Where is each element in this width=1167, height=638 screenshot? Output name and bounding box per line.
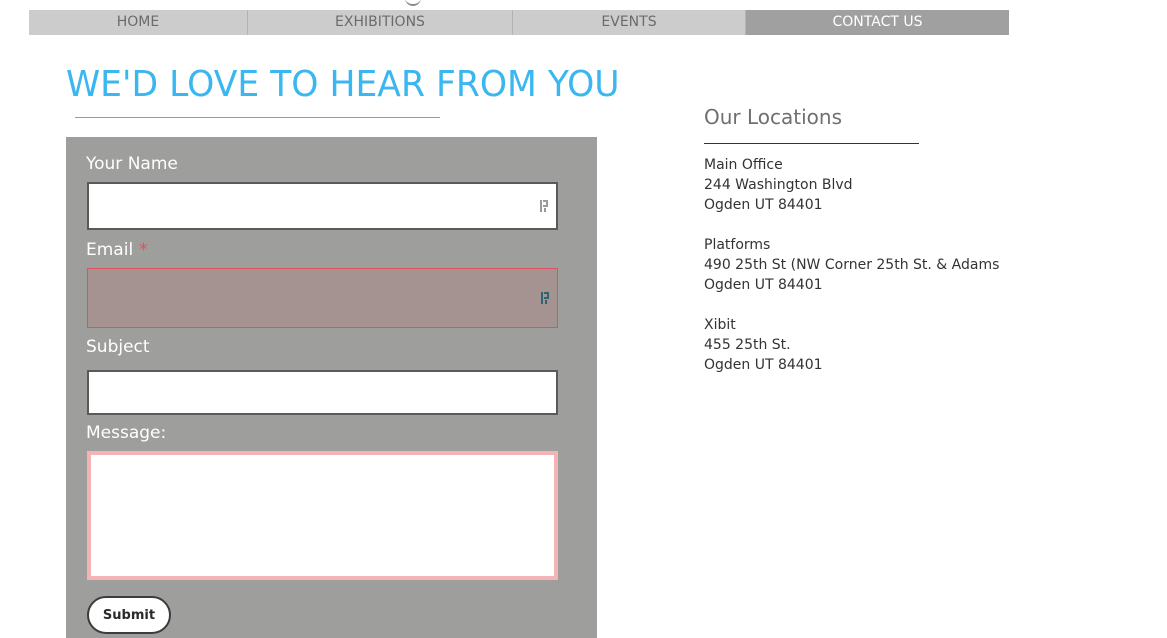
message-field-wrapper xyxy=(87,451,558,580)
name-label: Your Name xyxy=(86,154,178,174)
submit-button[interactable]: Submit xyxy=(87,596,171,634)
location-city: Ogden UT 84401 xyxy=(704,357,823,373)
email-field[interactable] xyxy=(88,269,557,327)
email-field-wrapper xyxy=(87,268,558,328)
location-name: Xibit xyxy=(704,317,736,333)
locations-divider xyxy=(704,143,919,144)
locations-list: Main Office 244 Washington Blvd Ogden UT… xyxy=(704,155,999,395)
password-manager-icon[interactable] xyxy=(540,199,552,213)
main-nav: HOME EXHIBITIONS EVENTS CONTACT US xyxy=(29,10,1009,35)
location-name: Platforms xyxy=(704,237,771,253)
logo-fragment xyxy=(405,0,421,6)
nav-item-contact-us[interactable]: CONTACT US xyxy=(745,10,1009,35)
page: HOME EXHIBITIONS EVENTS CONTACT US WE'D … xyxy=(0,0,1167,638)
location-city: Ogden UT 84401 xyxy=(704,197,823,213)
subject-field-wrapper xyxy=(87,370,558,415)
page-title: WE'D LOVE TO HEAR FROM YOU xyxy=(66,64,620,105)
password-manager-icon[interactable] xyxy=(541,291,553,305)
location-city: Ogden UT 84401 xyxy=(704,277,823,293)
required-mark: * xyxy=(139,240,148,260)
name-field-wrapper xyxy=(87,182,558,230)
subject-label: Subject xyxy=(86,337,150,357)
nav-item-events[interactable]: EVENTS xyxy=(512,10,745,35)
contact-form: Your Name Email * Subject Message: Submi… xyxy=(66,137,597,638)
nav-item-home[interactable]: HOME xyxy=(29,10,247,35)
location-item: Xibit 455 25th St. Ogden UT 84401 xyxy=(704,315,999,375)
location-item: Main Office 244 Washington Blvd Ogden UT… xyxy=(704,155,999,215)
email-label-text: Email xyxy=(86,240,134,260)
location-street: 244 Washington Blvd xyxy=(704,177,853,193)
location-name: Main Office xyxy=(704,157,783,173)
title-divider xyxy=(75,117,440,118)
name-field[interactable] xyxy=(89,184,556,228)
location-street: 455 25th St. xyxy=(704,337,791,353)
location-street: 490 25th St (NW Corner 25th St. & Adams xyxy=(704,257,1000,273)
subject-field[interactable] xyxy=(89,372,556,413)
locations-title: Our Locations xyxy=(704,105,843,129)
message-field[interactable] xyxy=(91,455,554,576)
message-label: Message: xyxy=(86,423,167,443)
nav-item-exhibitions[interactable]: EXHIBITIONS xyxy=(247,10,512,35)
email-label: Email * xyxy=(86,240,148,260)
location-item: Platforms 490 25th St (NW Corner 25th St… xyxy=(704,235,999,295)
